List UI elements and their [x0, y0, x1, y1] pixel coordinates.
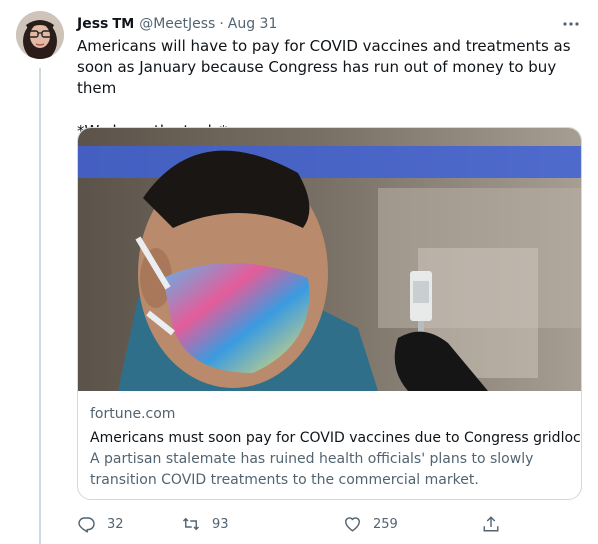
separator-dot: ·: [219, 16, 224, 32]
author-name[interactable]: Jess: [77, 16, 108, 32]
reply-icon: [78, 517, 95, 533]
thread-connector-line: [39, 68, 41, 544]
link-card[interactable]: fortune.com Americans must soon pay for …: [77, 127, 582, 500]
retweet-count: 93: [212, 516, 229, 532]
card-domain: fortune.com: [90, 406, 176, 422]
retweet-button[interactable]: 93: [181, 513, 229, 535]
tweet-date[interactable]: Aug 31: [228, 16, 278, 32]
card-body: fortune.com Americans must soon pay for …: [78, 391, 581, 491]
reply-button[interactable]: 32: [77, 513, 124, 535]
card-image: [78, 128, 581, 391]
tweet-header: Jess TM @MeetJess · Aug 31: [77, 14, 277, 34]
like-count: 259: [373, 516, 398, 532]
card-description: A partisan stalemate has ruined health o…: [90, 451, 534, 488]
more-options-button[interactable]: [561, 14, 581, 34]
author-badge: TM: [112, 16, 135, 32]
card-title: Americans must soon pay for COVID vaccin…: [90, 430, 582, 446]
tweet-text-line1: Americans will have to pay for COVID vac…: [77, 37, 571, 97]
tweet-actions: 32 93 259: [77, 513, 507, 535]
share-button[interactable]: [482, 513, 500, 535]
more-icon: [563, 22, 579, 26]
retweet-icon: [182, 517, 200, 531]
author-handle[interactable]: @MeetJess: [139, 16, 215, 32]
avatar[interactable]: [16, 11, 64, 59]
like-button[interactable]: 259: [343, 513, 398, 535]
share-icon: [483, 516, 499, 532]
reply-count: 32: [107, 516, 124, 532]
heart-icon: [345, 517, 360, 532]
